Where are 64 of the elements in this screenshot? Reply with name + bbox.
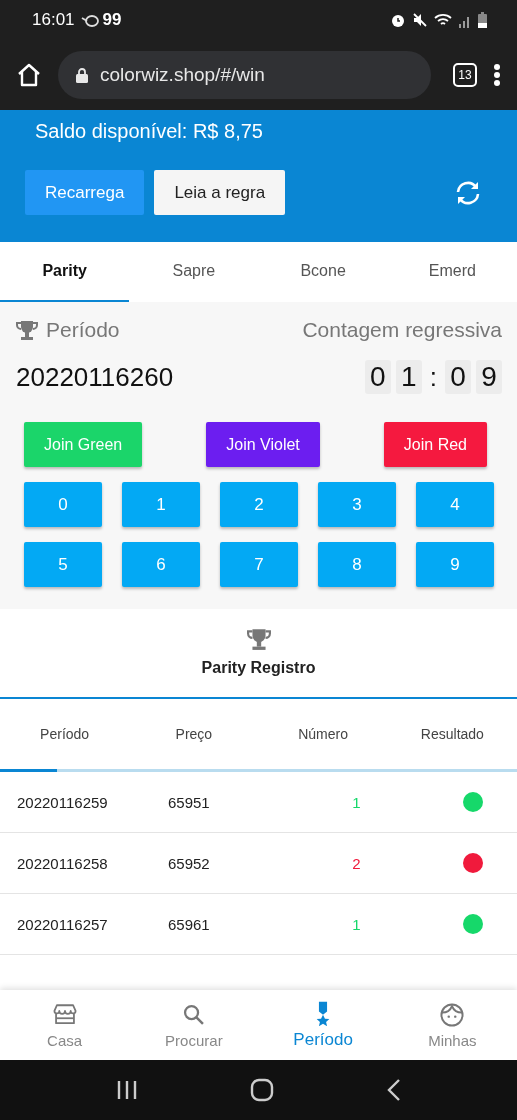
home-icon[interactable]	[16, 62, 42, 88]
countdown-label: Contagem regressiva	[302, 318, 502, 342]
number-button[interactable]: 7	[220, 542, 298, 587]
period-label: Período	[46, 318, 120, 342]
notification-count: 99	[102, 10, 122, 30]
price-cell-text: 65952	[167, 854, 211, 872]
trophy-icon	[16, 319, 38, 341]
column-header: Número	[297, 726, 349, 742]
home-button-icon[interactable]	[250, 1078, 275, 1102]
tab[interactable]: Emerd	[387, 242, 517, 302]
column-header: Período	[39, 726, 91, 742]
price-cell-text: 65951	[167, 793, 211, 811]
nav-item[interactable]: Período	[258, 990, 388, 1060]
number-button[interactable]: 4	[416, 482, 494, 527]
countdown-digit: 0	[445, 360, 471, 394]
number-cell-text: 1	[351, 915, 362, 933]
number-cell-text: 1	[351, 793, 362, 811]
recent-apps-icon[interactable]	[116, 1080, 139, 1100]
tab-count-button[interactable]: 13	[453, 63, 477, 87]
rules-button[interactable]: Leia a regra	[154, 170, 286, 215]
number-cell-text: 2	[351, 854, 362, 872]
period-cell-text: 20220116259	[16, 793, 109, 811]
join-button[interactable]: Join Violet	[206, 422, 320, 467]
record-title: Parity Registro	[201, 659, 316, 677]
address-bar[interactable]: colorwiz.shop/#/win	[58, 51, 431, 99]
number-button[interactable]: 0	[24, 482, 102, 527]
lock-icon	[76, 67, 88, 83]
number-button[interactable]: 6	[122, 542, 200, 587]
more-icon[interactable]	[493, 63, 501, 87]
battery-icon	[478, 12, 487, 28]
nav-item[interactable]: Procurar	[129, 990, 259, 1060]
refresh-icon[interactable]	[454, 179, 482, 206]
countdown-digit: 0	[364, 360, 391, 394]
countdown-digit: 1	[395, 360, 422, 394]
number-button[interactable]: 8	[318, 542, 396, 587]
number-button[interactable]: 5	[24, 542, 102, 587]
alarm-icon	[390, 12, 406, 28]
nav-item[interactable]: Casa	[0, 990, 130, 1060]
price-cell-text: 65961	[167, 915, 211, 933]
tab[interactable]: Bcone	[258, 242, 388, 302]
join-button[interactable]: Join Green	[24, 422, 143, 467]
balance-text: Saldo disponível: R$ 8,75	[35, 120, 264, 144]
back-icon[interactable]	[386, 1079, 401, 1101]
number-button[interactable]: 2	[220, 482, 298, 527]
countdown-digit: 9	[476, 360, 502, 394]
notification-icon	[80, 13, 99, 27]
status-time: 16:01	[32, 10, 75, 30]
mute-icon	[412, 12, 428, 28]
period-cell-text: 20220116257	[16, 915, 109, 933]
face-icon	[439, 1001, 466, 1028]
trophy-icon	[246, 627, 271, 651]
recharge-button[interactable]: Recarrega	[25, 170, 145, 215]
period-cell-text: 20220116258	[16, 854, 109, 872]
number-button[interactable]: 3	[318, 482, 396, 527]
number-button[interactable]: 1	[122, 482, 200, 527]
wifi-icon	[434, 12, 452, 28]
countdown-separator: :	[428, 361, 438, 393]
number-button[interactable]: 9	[416, 542, 494, 587]
column-header: Resultado	[419, 726, 485, 742]
tab[interactable]: Sapre	[129, 242, 259, 302]
column-header: Preço	[174, 726, 214, 742]
join-button[interactable]: Join Red	[383, 422, 487, 467]
nav-item[interactable]: Minhas	[387, 990, 517, 1060]
period-number: 20220116260	[16, 361, 174, 393]
